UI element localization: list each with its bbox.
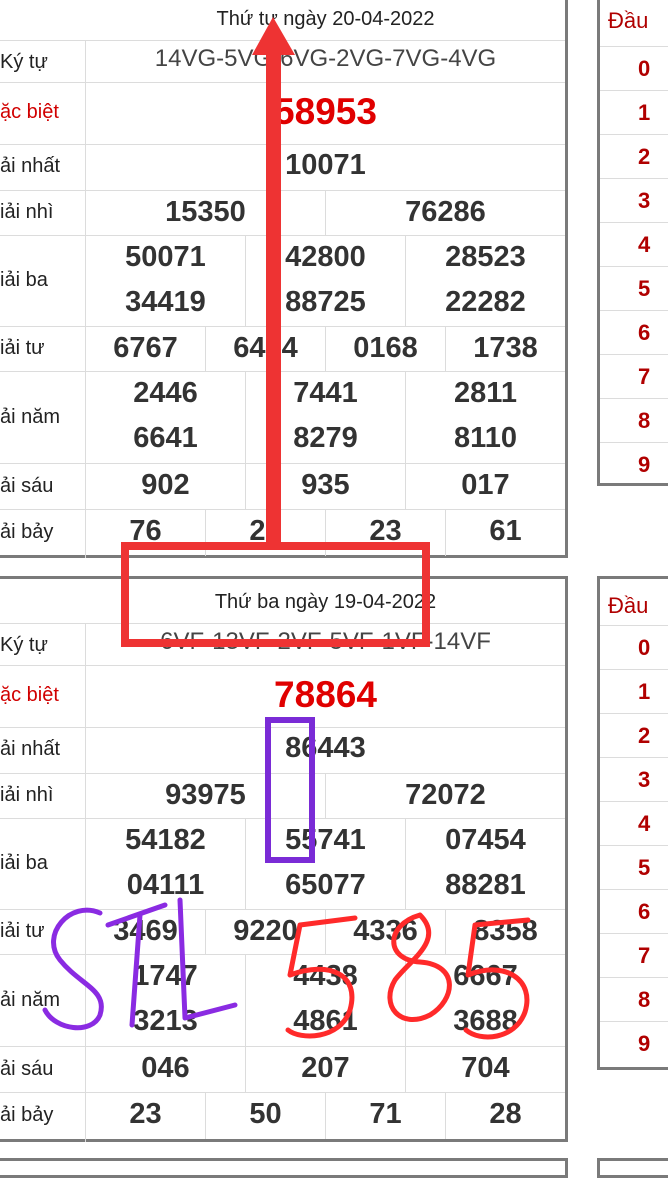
red-arrow — [252, 17, 295, 545]
handwritten-stl — [42, 897, 238, 1031]
annotation-overlay — [42, 17, 531, 1040]
purple-highlight-box — [265, 717, 315, 863]
red-highlight-box — [121, 542, 430, 647]
handwritten-585 — [285, 912, 531, 1040]
